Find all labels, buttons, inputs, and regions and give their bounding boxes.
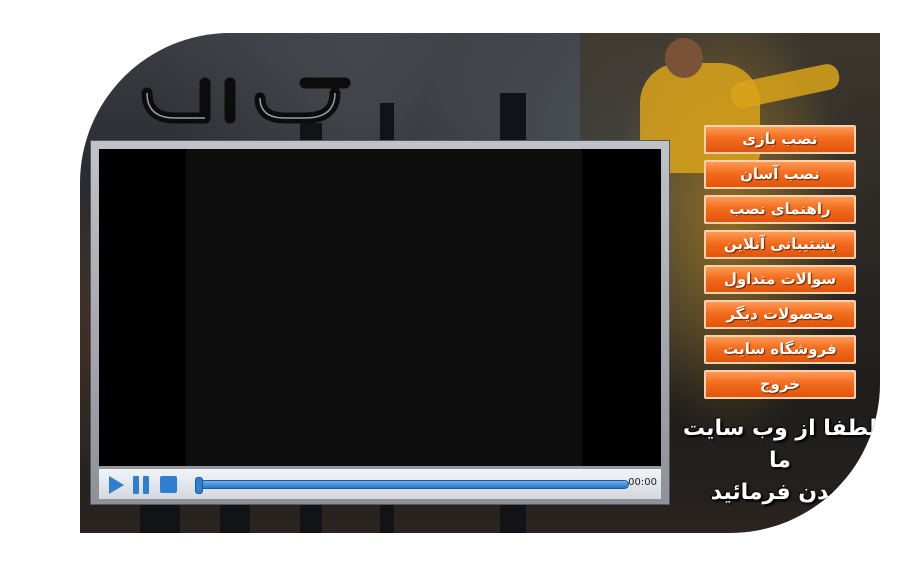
brand-logo: [141, 77, 351, 124]
menu-button-install-game[interactable]: نصب بازی: [704, 125, 856, 154]
video-frame: [186, 149, 582, 466]
stop-icon[interactable]: [160, 476, 177, 493]
notice-line-1: لطفا از وب سایت ما: [682, 416, 878, 473]
play-icon[interactable]: [109, 476, 124, 494]
menu-button-other-products[interactable]: محصولات دیگر: [704, 300, 856, 329]
menu-button-site-store[interactable]: فروشگاه سایت: [704, 335, 856, 364]
website-notice: لطفا از وب سایت ما دیدن فرمائید: [680, 413, 880, 509]
time-display: 00:00: [628, 477, 657, 488]
pause-icon[interactable]: [133, 476, 149, 494]
menu-button-install-guide[interactable]: راهنمای نصب: [704, 195, 856, 224]
menu-button-easy-install[interactable]: نصب آسان: [704, 160, 856, 189]
video-screen[interactable]: [99, 149, 661, 466]
seek-thumb[interactable]: [195, 477, 203, 494]
menu-button-exit[interactable]: خروج: [704, 370, 856, 399]
hero-head: [665, 38, 703, 78]
menu-button-faq[interactable]: سوالات متداول: [704, 265, 856, 294]
player-controls: 00:00: [99, 469, 661, 499]
launcher-window: 00:00 نصب بازی نصب آسان راهنمای نصب پشتی…: [80, 33, 880, 533]
main-menu: نصب بازی نصب آسان راهنمای نصب پشتیبانی آ…: [704, 125, 856, 405]
notice-line-2: دیدن فرمائید: [710, 480, 850, 505]
menu-button-online-support[interactable]: پشتیبانی آنلاین: [704, 230, 856, 259]
seek-bar[interactable]: [195, 477, 629, 494]
video-player: 00:00: [90, 140, 670, 505]
